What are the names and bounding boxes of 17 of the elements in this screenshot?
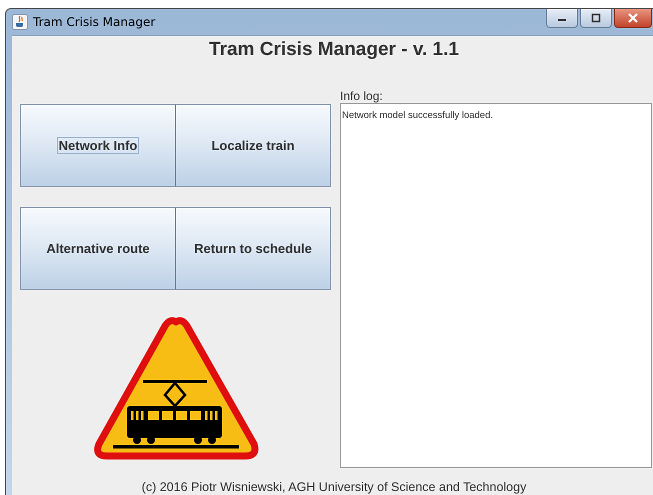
action-button[interactable]: Return to schedule [175,207,331,290]
tram-warning-sign-icon [92,316,258,462]
copyright-text: (c) 2016 Piotr Wisniewski, AGH University of Science and Technology [140,479,528,495]
cup-icon [12,14,28,30]
info-log-label: Info log: [340,89,384,103]
log-message: Network model successfully loaded. [342,110,494,121]
close-icon [627,13,639,23]
action-button[interactable]: Localize train [175,104,331,187]
minimize-button[interactable] [546,9,578,28]
close-button[interactable] [614,9,652,28]
maximize-icon [591,13,601,23]
app-heading: Tram Crisis Manager - v. 1.1 [208,38,460,62]
action-button[interactable]: Network Info [20,104,176,187]
maximize-button[interactable] [580,9,612,28]
info-log-area[interactable]: Network model successfully loaded. [340,103,652,468]
window-title: Tram Crisis Manager [33,15,156,29]
action-button[interactable]: Alternative route [20,207,176,290]
